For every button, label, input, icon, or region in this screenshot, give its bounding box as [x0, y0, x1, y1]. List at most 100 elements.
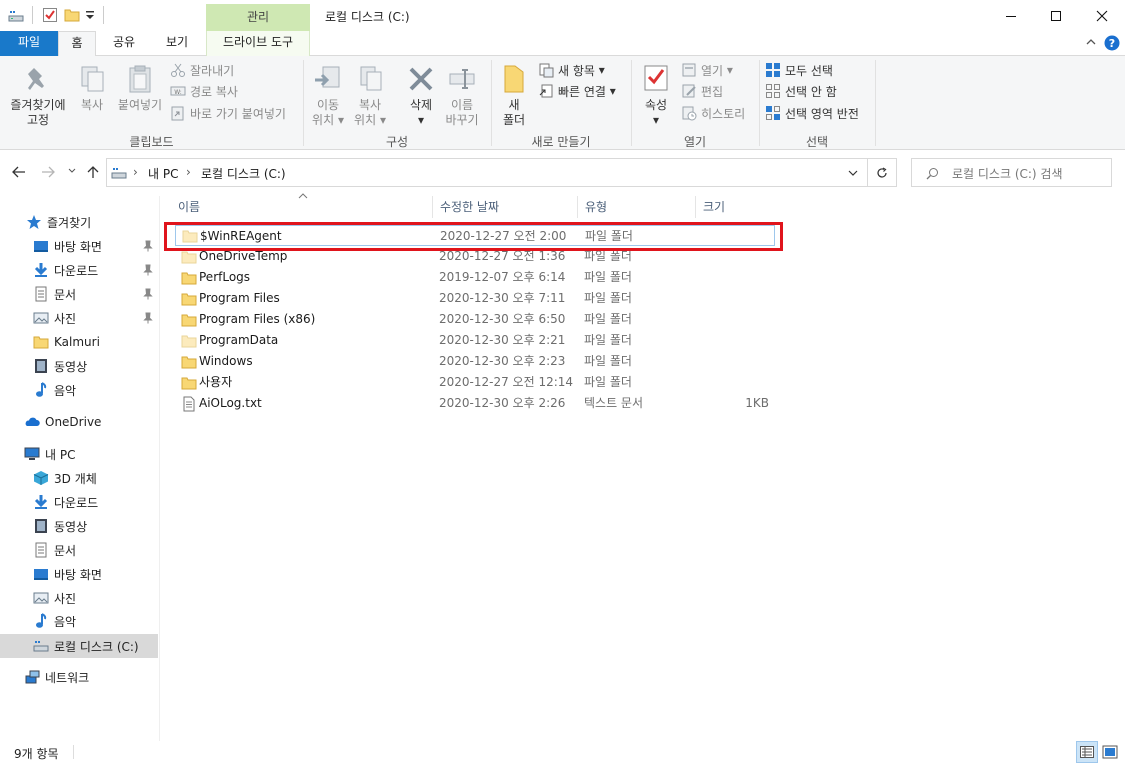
copy-to-label-2: 위치 ▾ [354, 113, 386, 127]
open-button[interactable]: 열기 ▾ [681, 60, 733, 80]
large-icons-view-button[interactable] [1102, 744, 1118, 760]
file-row[interactable]: Program Files (x86) 2020-12-30 오후 6:50 파일 … [175, 309, 775, 330]
help-icon[interactable]: ? [1104, 35, 1120, 51]
file-row[interactable]: Windows 2020-12-30 오후 2:23 파일 폴더 [175, 351, 775, 372]
tab-manage[interactable]: 관리 [206, 4, 310, 31]
search-placeholder: 로컬 디스크 (C:) 검색 [952, 167, 1063, 181]
nav-quick-access[interactable]: 즐겨찾기 [0, 211, 158, 233]
forward-arrow-icon[interactable] [41, 166, 55, 178]
back-arrow-icon[interactable] [12, 166, 26, 178]
nav-label: 다운로드 [54, 495, 99, 510]
file-row[interactable]: $WinREAgent 2020-12-27 오전 2:00 파일 폴더 [175, 225, 775, 246]
file-modified-date: 2020-12-27 오전 1:36 [439, 249, 566, 263]
nav-quick-desktop[interactable]: 바탕 화면 [0, 235, 158, 257]
nav-pc-local-disk[interactable]: 로컬 디스크 (C:) [0, 634, 158, 658]
properties-button[interactable]: 속성 ▾ [637, 64, 675, 128]
tab-home[interactable]: 홈 [58, 31, 96, 57]
file-type: 파일 폴더 [584, 333, 632, 347]
cut-button[interactable]: 잘라내기 [170, 60, 234, 80]
drive-icon [33, 641, 49, 652]
file-row[interactable]: PerfLogs 2019-12-07 오후 6:14 파일 폴더 [175, 267, 775, 288]
video-icon [35, 519, 47, 533]
up-arrow-icon[interactable] [87, 165, 99, 179]
nav-pc-desktop[interactable]: 바탕 화면 [0, 563, 158, 585]
nav-quick-music[interactable]: 음악 [0, 379, 158, 401]
nav-this-pc[interactable]: 내 PC [0, 443, 158, 465]
nav-label: 바탕 화면 [54, 567, 102, 582]
maximize-button[interactable] [1033, 0, 1079, 31]
search-box[interactable]: 로컬 디스크 (C:) 검색 [911, 158, 1112, 187]
delete-dropdown-icon[interactable]: ▾ [402, 113, 440, 128]
pin-to-quick-access-button[interactable]: 즐겨찾기에 고정 [4, 64, 72, 128]
nav-pc-videos[interactable]: 동영상 [0, 515, 158, 537]
group-label-select: 선택 [805, 135, 829, 149]
refresh-button[interactable] [868, 158, 897, 187]
nav-quick-kalmuri[interactable]: Kalmuri [0, 331, 158, 353]
copy-button[interactable]: 복사 [72, 64, 112, 113]
tab-drive-tools[interactable]: 드라이브 도구 [206, 31, 310, 56]
nav-network[interactable]: 네트워크 [0, 666, 158, 688]
file-row[interactable]: 사용자 2020-12-27 오전 12:14 파일 폴더 [175, 372, 775, 393]
breadcrumb-this-pc[interactable]: 내 PC [148, 165, 178, 182]
history-icon [682, 106, 697, 121]
properties-dropdown-icon[interactable]: ▾ [637, 113, 675, 128]
breadcrumb-separator-icon[interactable]: › [186, 165, 191, 179]
nav-pc-pictures[interactable]: 사진 [0, 587, 158, 609]
column-header-type[interactable]: 유형 [577, 196, 695, 218]
pin-icon [143, 288, 153, 300]
new-folder-quick-icon[interactable] [64, 7, 80, 23]
file-type: 파일 폴더 [585, 229, 633, 243]
column-header-name[interactable]: 이름 [170, 196, 432, 218]
close-button[interactable] [1079, 0, 1125, 31]
tab-file[interactable]: 파일 [0, 31, 58, 56]
details-view-button[interactable] [1076, 741, 1098, 763]
desktop-icon [34, 569, 48, 580]
select-all-button[interactable]: 모두 선택 [765, 60, 833, 80]
new-item-button[interactable]: 새 항목 ▾ [538, 60, 605, 80]
collapse-ribbon-icon[interactable] [1086, 38, 1096, 46]
nav-quick-documents[interactable]: 문서 [0, 283, 158, 305]
customize-quick-access-icon[interactable] [85, 9, 95, 21]
nav-pc-3d-objects[interactable]: 3D 개체 [0, 467, 158, 489]
nav-onedrive[interactable]: OneDrive [0, 411, 158, 433]
breadcrumb-separator-icon[interactable]: › [133, 165, 138, 179]
nav-pc-documents[interactable]: 문서 [0, 539, 158, 561]
recent-locations-icon[interactable] [68, 168, 76, 174]
properties-quick-icon[interactable] [42, 7, 58, 23]
copy-to-button[interactable]: 복사 위치 ▾ [350, 64, 390, 128]
minimize-button[interactable] [988, 0, 1034, 31]
file-row[interactable]: Program Files 2020-12-30 오후 7:11 파일 폴더 [175, 288, 775, 309]
address-dropdown-icon[interactable] [848, 170, 858, 176]
delete-button[interactable]: 삭제 ▾ [402, 64, 440, 128]
column-header-size[interactable]: 크기 [695, 196, 780, 218]
copy-path-button[interactable]: W: 경로 복사 [170, 81, 238, 101]
file-type: 파일 폴더 [584, 312, 632, 326]
easy-access-button[interactable]: 빠른 연결 ▾ [538, 81, 616, 101]
nav-quick-downloads[interactable]: 다운로드 [0, 259, 158, 281]
column-header-modified[interactable]: 수정한 날짜 [432, 196, 577, 218]
nav-pc-music[interactable]: 음악 [0, 610, 158, 632]
nav-pc-downloads[interactable]: 다운로드 [0, 491, 158, 513]
tab-share[interactable]: 공유 [104, 31, 144, 56]
file-row[interactable]: AiOLog.txt 2020-12-30 오후 2:26 텍스트 문서 1KB [175, 393, 775, 414]
paste-shortcut-button[interactable]: 바로 가기 붙여넣기 [170, 103, 286, 123]
select-none-button[interactable]: 선택 안 함 [765, 81, 837, 101]
file-row[interactable]: OneDriveTemp 2020-12-27 오전 1:36 파일 폴더 [175, 246, 775, 267]
group-divider [875, 60, 876, 146]
move-to-button[interactable]: 이동 위치 ▾ [308, 64, 348, 128]
pin-icon [143, 312, 153, 324]
tab-view[interactable]: 보기 [155, 31, 199, 56]
address-bar[interactable]: › 내 PC › 로컬 디스크 (C:) [106, 158, 868, 187]
rename-button[interactable]: 이름 바꾸기 [442, 64, 482, 128]
history-button[interactable]: 히스토리 [681, 103, 745, 123]
breadcrumb-local-disk[interactable]: 로컬 디스크 (C:) [201, 165, 286, 182]
invert-selection-button[interactable]: 선택 영역 반전 [765, 103, 859, 123]
nav-quick-videos[interactable]: 동영상 [0, 355, 158, 377]
edit-button[interactable]: 편집 [681, 81, 723, 101]
new-folder-button[interactable]: 새 폴더 [496, 64, 532, 128]
file-row[interactable]: ProgramData 2020-12-30 오후 2:21 파일 폴더 [175, 330, 775, 351]
paste-button[interactable]: 붙여넣기 [114, 64, 166, 113]
file-size: 1KB [745, 396, 769, 410]
nav-quick-pictures[interactable]: 사진 [0, 307, 158, 329]
file-name: ProgramData [199, 333, 279, 347]
